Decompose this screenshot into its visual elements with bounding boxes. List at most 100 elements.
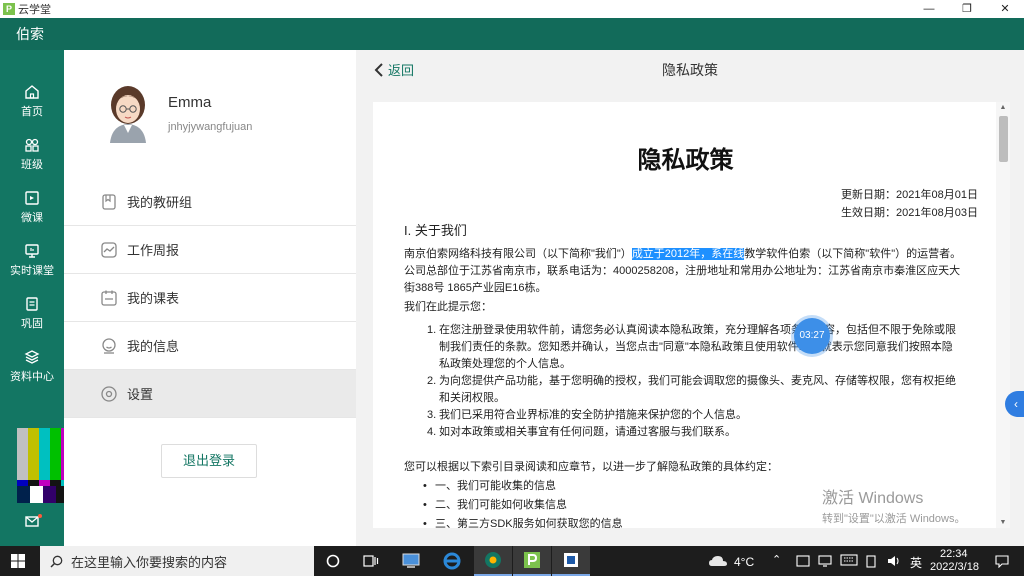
- nav-item-materials[interactable]: 资料中心: [0, 349, 64, 384]
- volume-icon[interactable]: [886, 554, 902, 568]
- nav-item-consolidate[interactable]: 巩固: [0, 296, 64, 331]
- mail-icon[interactable]: [24, 513, 42, 529]
- nav-item-label: 微课: [21, 212, 43, 224]
- search-icon: [50, 555, 63, 568]
- user-id: jnhyjywangfujuan: [168, 121, 253, 133]
- logout-button[interactable]: 退出登录: [161, 444, 257, 478]
- taskbar-app-other[interactable]: [552, 546, 590, 576]
- menu-my-info[interactable]: 我的信息: [64, 322, 356, 370]
- updated-date: 更新日期：2021年08月01日: [841, 189, 978, 201]
- task-view-button[interactable]: [352, 546, 390, 576]
- home-icon: [25, 85, 39, 99]
- scroll-up-icon[interactable]: ▲: [996, 104, 1010, 111]
- clock-date[interactable]: 2022/3/18: [930, 561, 979, 573]
- index-intro-paragraph: 您可以根据以下索引目录阅读和应章节，以进一步了解隐私政策的具体约定：: [404, 461, 778, 473]
- weather-cloud-icon[interactable]: [708, 554, 728, 568]
- notification-icon[interactable]: [994, 554, 1010, 568]
- list-item: 4. 如对本政策或相关事宜有任何问题，请通过客服与我们联系。: [427, 426, 736, 438]
- side-expand-tab[interactable]: ‹: [1005, 391, 1024, 417]
- taskbar-app-ie[interactable]: [433, 546, 471, 576]
- document-scrollbar[interactable]: ▲ ▼: [996, 102, 1010, 528]
- notice-list: 1. 在您注册登录使用软件前，请您务必认真阅读本隐私政策，充分理解各项条款内容，包…: [427, 322, 962, 441]
- class-icon: [25, 138, 39, 152]
- document-app-icon: [564, 553, 578, 567]
- schedule-icon: [101, 290, 117, 306]
- scroll-thumb[interactable]: [999, 116, 1008, 162]
- watermark-subtitle: 转到"设置"以激活 Windows。: [822, 513, 966, 525]
- ime-indicator[interactable]: 英: [910, 554, 922, 571]
- document-title: 隐私政策: [637, 147, 734, 174]
- activation-watermark: 激活 Windows 转到"设置"以激活 Windows。: [822, 484, 966, 526]
- clock-time[interactable]: 22:34: [940, 548, 968, 560]
- cortana-button[interactable]: [314, 546, 352, 576]
- computer-app-icon: [402, 553, 420, 568]
- windows-start-icon[interactable]: [11, 554, 25, 568]
- index-list: • 一、我们可能收集的信息 • 二、我们可能如何收集信息 • 三、第三方SDK服务如何…: [423, 477, 623, 528]
- nav-item-class[interactable]: 班级: [0, 137, 64, 172]
- menu-schedule[interactable]: 我的课表: [64, 274, 356, 322]
- profile-panel: Emma jnhyjywangfujuan 我的教研组 工作周报 我的课表 我的…: [64, 50, 356, 546]
- recording-timer[interactable]: 03:27: [794, 318, 830, 354]
- maximize-button[interactable]: ❐: [948, 0, 986, 18]
- battery-icon[interactable]: [864, 554, 878, 568]
- microlesson-icon: [25, 191, 39, 205]
- weather-temperature[interactable]: 4°C: [734, 555, 754, 569]
- nav-item-live-classroom[interactable]: 实时课堂: [0, 243, 64, 278]
- weekly-report-icon: [101, 241, 117, 258]
- policy-document: 隐私政策 更新日期：2021年08月01日 生效日期：2021年08月03日 I…: [373, 102, 998, 528]
- consolidate-icon: [26, 297, 38, 311]
- menu-weekly-report[interactable]: 工作周报: [64, 226, 356, 274]
- list-item[interactable]: • 三、第三方SDK服务如何获取您的信息: [423, 515, 623, 528]
- cortana-icon: [326, 554, 340, 568]
- list-item[interactable]: • 一、我们可能收集的信息: [423, 477, 623, 496]
- menu-label: 我的课表: [127, 291, 180, 306]
- prompt-paragraph: 我们在此提示您：: [404, 301, 492, 313]
- taskbar-app-boxue[interactable]: [474, 546, 512, 576]
- taskbar-app-yunxuetang[interactable]: [513, 546, 551, 576]
- section-heading: I. 关于我们: [404, 223, 467, 238]
- scroll-down-icon[interactable]: ▼: [996, 519, 1010, 526]
- system-tray: 4°C ⌃ 英 22:34 2022/3/18: [704, 546, 1024, 576]
- nav-item-label: 班级: [21, 159, 43, 171]
- avatar: [110, 86, 146, 143]
- menu-label: 设置: [127, 387, 154, 402]
- list-item: 2. 为向您提供产品功能，基于您明确的授权，我们可能会调取您的摄像头、麦克风、存储…: [427, 375, 956, 404]
- task-view-icon: [363, 555, 379, 567]
- nav-item-label: 首页: [21, 106, 43, 118]
- user-name: Emma: [168, 94, 212, 111]
- list-item[interactable]: • 二、我们可能如何收集信息: [423, 496, 623, 515]
- boxue-app-icon: [485, 552, 501, 568]
- nav-item-label: 巩固: [21, 318, 43, 330]
- effective-date: 生效日期：2021年08月03日: [841, 207, 978, 219]
- watermark-title: 激活 Windows: [822, 490, 924, 507]
- content-pane: 返回 隐私政策 隐私政策 更新日期：2021年08月01日 生效日期：2021年…: [356, 50, 1024, 546]
- about-paragraph: 南京伯索网络科技有限公司（以下简称"我们"）成立于2012年，系在线教学软件伯索…: [404, 246, 964, 297]
- my-info-icon: [102, 337, 116, 354]
- menu-label: 我的信息: [127, 339, 180, 354]
- menu-settings[interactable]: 设置: [64, 370, 356, 418]
- close-button[interactable]: ✕: [986, 0, 1024, 18]
- app-logo-icon: P: [3, 3, 15, 15]
- list-item: 1. 在您注册登录使用软件前，请您务必认真阅读本隐私政策，充分理解各项条款内容，包…: [427, 324, 956, 370]
- taskbar: 在这里输入你要搜索的内容 4°C ⌃ 英 22:34 2022/3/18: [0, 546, 1024, 576]
- menu-teaching-group[interactable]: 我的教研组: [64, 178, 356, 226]
- minimize-button[interactable]: —: [910, 0, 948, 18]
- taskbar-search-input[interactable]: 在这里输入你要搜索的内容: [40, 546, 314, 576]
- taskbar-app-computer[interactable]: [392, 546, 430, 576]
- document-dates: 更新日期：2021年08月01日 生效日期：2021年08月03日: [841, 186, 978, 222]
- page-title: 隐私政策: [662, 62, 718, 78]
- nav-item-home[interactable]: 首页: [0, 84, 64, 119]
- nav-item-label: 资料中心: [10, 371, 54, 383]
- header-title: 伯索: [16, 26, 44, 42]
- keyboard-icon[interactable]: [840, 554, 858, 566]
- app-window: P 云学堂 — ❐ ✕ 伯索 首页 班级 微课 实时课堂 巩固 资料中心 Emm…: [0, 0, 1024, 546]
- tray-chevron-up-icon[interactable]: ⌃: [772, 553, 781, 566]
- search-placeholder: 在这里输入你要搜索的内容: [71, 554, 228, 570]
- list-item: 3. 我们已采用符合业界标准的安全防护措施来保护您的个人信息。: [427, 409, 747, 421]
- nav-item-microlesson[interactable]: 微课: [0, 190, 64, 225]
- menu-label: 我的教研组: [127, 195, 193, 210]
- menu-label: 工作周报: [127, 243, 180, 258]
- network-icon[interactable]: [818, 555, 832, 567]
- settings-icon: [101, 385, 117, 402]
- tray-app-icon[interactable]: [796, 555, 810, 567]
